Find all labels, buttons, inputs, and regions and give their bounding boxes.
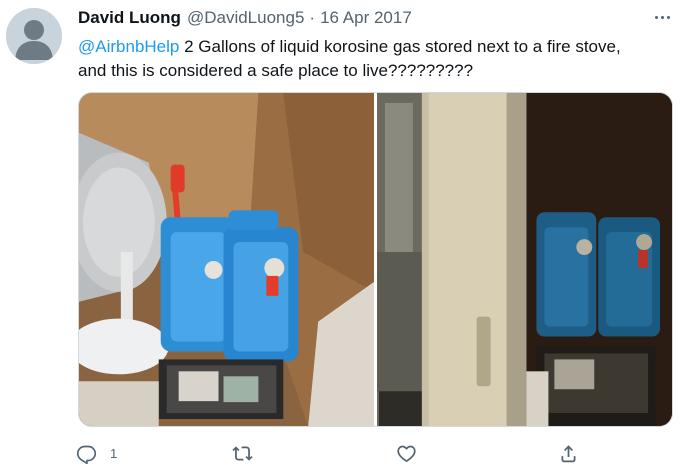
reply-count: 1: [110, 445, 118, 461]
tweet-header: David Luong @DavidLuong5 · 16 Apr 2017: [78, 7, 412, 29]
share-button[interactable]: [558, 436, 579, 470]
header-separator: ·: [309, 8, 316, 27]
reply-icon: [76, 445, 97, 464]
like-button[interactable]: [396, 436, 430, 470]
author-handle[interactable]: @DavidLuong5: [187, 8, 304, 28]
photo-kerosene-tanks[interactable]: [79, 93, 374, 426]
retweet-icon: [232, 445, 253, 461]
default-avatar-icon: [6, 8, 62, 64]
tweet[interactable]: David Luong @DavidLuong5 · 16 Apr 2017 @…: [0, 0, 680, 470]
photo-cabinet-door[interactable]: [376, 93, 672, 426]
share-icon: [561, 444, 576, 462]
media-grid: [78, 92, 673, 427]
tweet-date[interactable]: 16 Apr 2017: [320, 8, 412, 28]
more-dot-icon: [660, 15, 664, 19]
photo-icon: [79, 93, 374, 426]
tweet-text-line1: 2 Gallons of liquid korosine gas stored …: [179, 37, 621, 56]
more-options-button[interactable]: [648, 5, 676, 29]
mention-link[interactable]: @AirbnbHelp: [78, 37, 179, 56]
retweet-button[interactable]: [232, 436, 266, 470]
heart-icon: [397, 445, 416, 462]
tweet-text: @AirbnbHelp 2 Gallons of liquid korosine…: [78, 35, 668, 83]
more-dot-icon: [666, 15, 670, 19]
photo-icon: [376, 93, 672, 426]
avatar[interactable]: [6, 8, 62, 64]
author-display-name[interactable]: David Luong: [78, 8, 181, 28]
more-dot-icon: [654, 15, 658, 19]
tweet-text-line2: and this is considered a safe place to l…: [78, 61, 474, 80]
tweet-actions: 1: [70, 436, 590, 470]
reply-button[interactable]: 1: [76, 436, 117, 470]
